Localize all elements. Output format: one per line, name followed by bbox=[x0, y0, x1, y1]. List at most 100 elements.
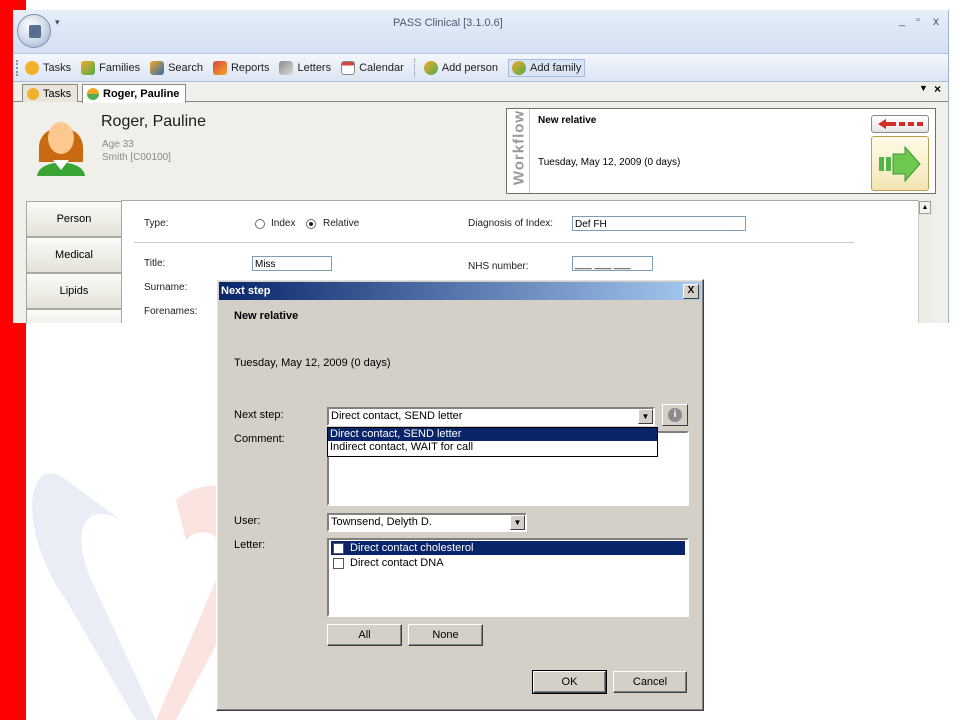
select-none-button[interactable]: None bbox=[408, 624, 483, 646]
calendar-icon bbox=[341, 60, 356, 75]
nhs-field[interactable]: ___ ___ ___ bbox=[572, 256, 653, 271]
toolbar-tasks-label: Tasks bbox=[43, 61, 72, 74]
toolbar-grip[interactable] bbox=[16, 59, 21, 76]
dialog-title: Next step bbox=[221, 285, 271, 297]
toolbar-tasks-button[interactable]: Tasks bbox=[25, 60, 72, 75]
workflow-label-text: Workflow bbox=[510, 109, 528, 186]
restore-button[interactable]: ▫ bbox=[916, 14, 920, 26]
comment-label: Comment: bbox=[234, 433, 285, 445]
toolbar-families-label: Families bbox=[99, 61, 141, 74]
search-icon bbox=[150, 60, 165, 75]
next-arrow-icon bbox=[879, 145, 921, 183]
form-divider bbox=[134, 242, 854, 243]
letters-icon bbox=[279, 60, 294, 75]
nav-medical[interactable]: Medical bbox=[26, 237, 122, 273]
next-step-option[interactable]: Direct contact, SEND letter bbox=[328, 428, 657, 441]
back-arrow-icon bbox=[878, 119, 923, 129]
toolbar-search-label: Search bbox=[168, 61, 203, 74]
nav-person[interactable]: Person bbox=[26, 201, 122, 237]
dialog-step-name: New relative bbox=[234, 310, 299, 322]
close-window-button[interactable]: x bbox=[933, 14, 939, 28]
letter-item-label: Direct contact DNA bbox=[350, 557, 444, 569]
quick-access-dropdown-icon[interactable]: ▾ bbox=[55, 17, 60, 28]
type-index-radio[interactable] bbox=[255, 219, 265, 229]
workflow-step: New relative bbox=[538, 115, 597, 126]
app-menu-button[interactable] bbox=[17, 14, 51, 48]
title-field[interactable]: Miss bbox=[252, 256, 332, 271]
toolbar-reports-button[interactable]: Reports bbox=[212, 60, 269, 75]
workflow-date: Tuesday, May 12, 2009 (0 days) bbox=[538, 157, 681, 168]
letter-checkbox[interactable] bbox=[333, 557, 344, 569]
toolbar-search-button[interactable]: Search bbox=[150, 60, 203, 75]
dialog-date: Tuesday, May 12, 2009 (0 days) bbox=[234, 357, 391, 369]
forenames-label: Forenames: bbox=[144, 306, 198, 317]
title-bar: ▾ PASS Clinical [3.1.0.6] _ ▫ x bbox=[13, 10, 948, 54]
letter-checkbox[interactable] bbox=[333, 542, 344, 554]
toolbar-letters-label: Letters bbox=[297, 61, 332, 74]
person-icon bbox=[87, 88, 99, 100]
user-label: User: bbox=[234, 515, 261, 527]
nhs-label: NHS number: bbox=[468, 261, 529, 272]
chevron-down-icon[interactable]: ▼ bbox=[638, 409, 653, 424]
toolbar-families-button[interactable]: Families bbox=[81, 60, 141, 75]
reports-icon bbox=[212, 60, 227, 75]
type-relative-label: Relative bbox=[323, 218, 360, 229]
document-tabstrip: Tasks Roger, Pauline bbox=[13, 82, 948, 103]
nav-next-item[interactable] bbox=[26, 309, 122, 323]
letter-item[interactable]: Direct contact cholesterol bbox=[331, 541, 685, 555]
tab-patient[interactable]: Roger, Pauline bbox=[82, 84, 187, 103]
diagnosis-field[interactable]: Def FH bbox=[572, 216, 746, 231]
type-relative-radio[interactable] bbox=[306, 219, 316, 229]
toolbar-add-person-button[interactable]: Add person bbox=[423, 60, 499, 75]
workflow-panel: Workflow New relative Tuesday, May 12, 2… bbox=[506, 108, 936, 194]
user-select[interactable]: Townsend, Delyth D. ▼ bbox=[327, 513, 527, 532]
letter-item[interactable]: Direct contact DNA bbox=[331, 556, 685, 570]
letter-item-label: Direct contact cholesterol bbox=[350, 542, 474, 554]
diagnosis-label: Diagnosis of Index: bbox=[468, 218, 554, 229]
toolbar-add-family-button[interactable]: Add family bbox=[508, 58, 586, 77]
toolbar-calendar-button[interactable]: Calendar bbox=[341, 60, 404, 75]
workflow-back-button[interactable] bbox=[871, 115, 929, 133]
toolbar-letters-button[interactable]: Letters bbox=[279, 60, 332, 75]
select-all-button[interactable]: All bbox=[327, 624, 402, 646]
dialog-close-button[interactable]: X bbox=[683, 284, 699, 299]
next-step-option[interactable]: Indirect contact, WAIT for call bbox=[328, 441, 657, 454]
tab-tasks-label: Tasks bbox=[43, 87, 72, 100]
patient-avatar-icon bbox=[37, 122, 85, 176]
app-logo-icon bbox=[29, 25, 41, 38]
form-scrollbar[interactable] bbox=[918, 200, 933, 323]
patient-name: Roger, Pauline bbox=[101, 113, 206, 130]
toolbar-calendar-label: Calendar bbox=[359, 61, 404, 74]
main-toolbar: Tasks Families Search Reports Letters Ca… bbox=[13, 54, 948, 82]
workflow-next-button[interactable] bbox=[871, 136, 929, 191]
next-step-value: Direct contact, SEND letter bbox=[331, 410, 463, 422]
type-label: Type: bbox=[144, 218, 169, 229]
letter-listbox: Direct contact cholesterol Direct contac… bbox=[327, 538, 689, 617]
toolbar-separator bbox=[413, 58, 416, 77]
dialog-title-bar[interactable]: Next step X bbox=[219, 282, 701, 300]
add-person-icon bbox=[423, 60, 438, 75]
close-tab-button[interactable]: × bbox=[934, 82, 941, 96]
toolbar-add-person-label: Add person bbox=[441, 61, 499, 74]
tab-list-dropdown-icon[interactable]: ▼ bbox=[919, 83, 928, 93]
next-step-dropdown-list: Direct contact, SEND letter Indirect con… bbox=[327, 427, 658, 457]
chevron-down-icon[interactable]: ▼ bbox=[510, 515, 525, 530]
type-index-label: Index bbox=[271, 218, 296, 229]
tab-tasks[interactable]: Tasks bbox=[22, 84, 79, 102]
title-label: Title: bbox=[144, 258, 166, 269]
window-title: PASS Clinical [3.1.0.6] bbox=[393, 17, 503, 29]
next-step-select[interactable]: Direct contact, SEND letter ▼ bbox=[327, 407, 655, 426]
tab-patient-label: Roger, Pauline bbox=[103, 88, 180, 100]
families-icon bbox=[81, 60, 96, 75]
info-button[interactable]: i bbox=[662, 404, 688, 426]
letter-label: Letter: bbox=[234, 539, 266, 551]
app-window: ▾ PASS Clinical [3.1.0.6] _ ▫ x Tasks Fa… bbox=[13, 10, 949, 323]
cancel-button[interactable]: Cancel bbox=[613, 671, 687, 693]
scroll-up-icon[interactable]: ▲ bbox=[919, 201, 931, 214]
tasks-icon bbox=[25, 60, 39, 75]
ok-button[interactable]: OK bbox=[532, 670, 607, 694]
minimize-button[interactable]: _ bbox=[899, 15, 905, 27]
add-family-icon bbox=[512, 60, 527, 75]
next-step-dialog: Next step X New relative Tuesday, May 12… bbox=[216, 279, 704, 711]
nav-lipids[interactable]: Lipids bbox=[26, 273, 122, 309]
